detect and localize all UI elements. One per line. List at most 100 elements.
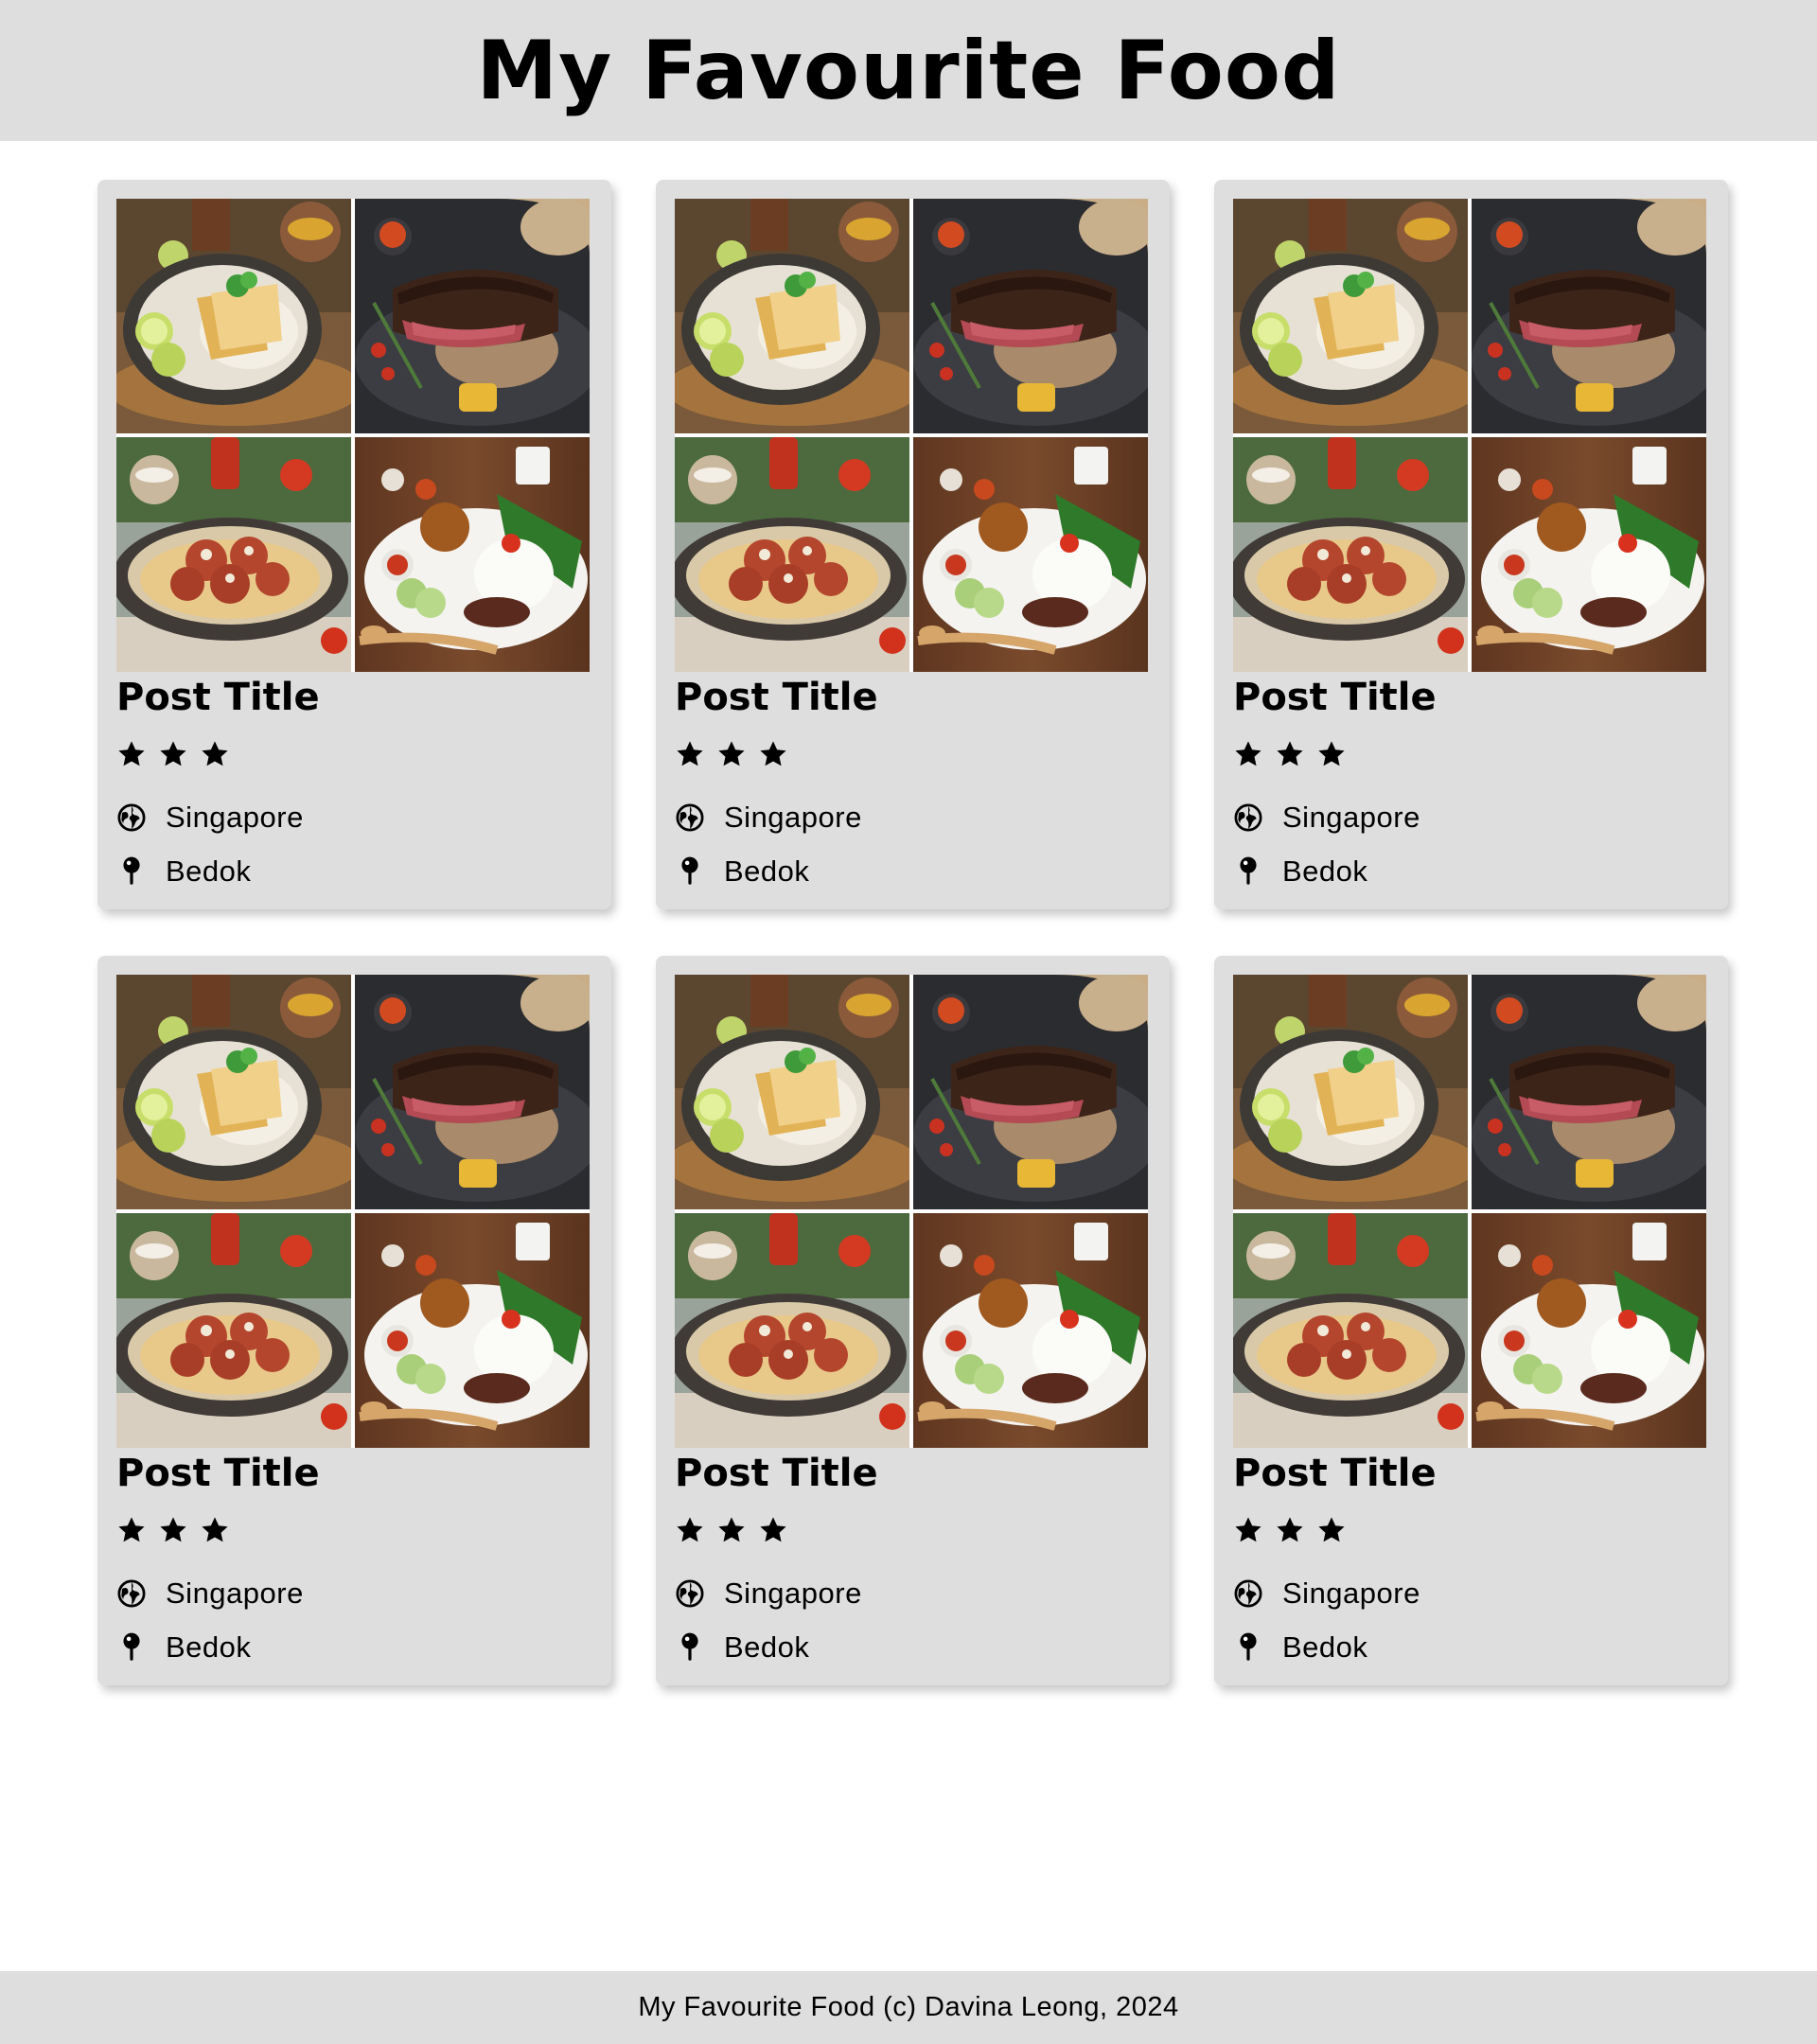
- post-location: Bedok: [675, 1630, 809, 1665]
- steak-photo: [913, 975, 1148, 1209]
- nasi-lemak-photo: [355, 1213, 590, 1448]
- steak-photo: [1472, 975, 1706, 1209]
- globe-icon: [116, 1578, 147, 1609]
- chicken-rice-photo: [1233, 975, 1468, 1209]
- area-label: Bedok: [166, 1630, 252, 1664]
- spaghetti-meatballs-photo: [675, 1213, 909, 1448]
- chicken-rice-photo: [675, 199, 909, 433]
- spaghetti-meatballs-photo: [1233, 437, 1468, 672]
- nasi-lemak-photo: [913, 437, 1148, 672]
- chicken-rice-photo: [116, 975, 351, 1209]
- star-icon: [1316, 1514, 1347, 1552]
- star-icon: [1275, 1514, 1305, 1552]
- food-photo-collage[interactable]: [116, 975, 590, 1448]
- post-title[interactable]: Post Title: [675, 676, 878, 719]
- country-label: Singapore: [166, 1577, 304, 1610]
- star-rating: [1233, 1514, 1347, 1552]
- map-pin-icon: [675, 856, 705, 887]
- post-location: Bedok: [1233, 855, 1367, 889]
- globe-icon: [675, 802, 705, 833]
- globe-icon: [116, 802, 147, 833]
- area-label: Bedok: [724, 855, 810, 888]
- post-title[interactable]: Post Title: [116, 676, 320, 719]
- post-country: Singapore: [116, 801, 304, 835]
- steak-photo: [913, 199, 1148, 433]
- food-photo-collage[interactable]: [116, 199, 590, 672]
- post-location: Bedok: [116, 1630, 251, 1665]
- map-pin-icon: [116, 1632, 147, 1663]
- food-photo-collage[interactable]: [1233, 199, 1706, 672]
- area-label: Bedok: [1282, 855, 1368, 888]
- area-label: Bedok: [166, 855, 252, 888]
- spaghetti-meatballs-photo: [1233, 1213, 1468, 1448]
- post-title[interactable]: Post Title: [116, 1452, 320, 1495]
- post-card[interactable]: Post Title Singapore Bedok: [1214, 180, 1728, 909]
- nasi-lemak-photo: [355, 437, 590, 672]
- star-icon: [116, 1514, 147, 1552]
- star-icon: [716, 738, 747, 776]
- steak-photo: [355, 975, 590, 1209]
- country-label: Singapore: [1282, 1577, 1420, 1610]
- chicken-rice-photo: [116, 199, 351, 433]
- globe-icon: [1233, 1578, 1263, 1609]
- country-label: Singapore: [1282, 801, 1420, 834]
- chicken-rice-photo: [1233, 199, 1468, 433]
- map-pin-icon: [1233, 1632, 1263, 1663]
- nasi-lemak-photo: [1472, 437, 1706, 672]
- post-card[interactable]: Post Title Singapore Bedok: [656, 956, 1170, 1685]
- star-rating: [675, 1514, 788, 1552]
- post-country: Singapore: [675, 801, 862, 835]
- nasi-lemak-photo: [913, 1213, 1148, 1448]
- star-icon: [1275, 738, 1305, 776]
- post-country: Singapore: [1233, 801, 1420, 835]
- globe-icon: [675, 1578, 705, 1609]
- spaghetti-meatballs-photo: [675, 437, 909, 672]
- area-label: Bedok: [724, 1630, 810, 1664]
- map-pin-icon: [675, 1632, 705, 1663]
- star-icon: [200, 738, 230, 776]
- post-title[interactable]: Post Title: [675, 1452, 878, 1495]
- area-label: Bedok: [1282, 1630, 1368, 1664]
- post-country: Singapore: [116, 1577, 304, 1611]
- food-photo-collage[interactable]: [675, 975, 1148, 1448]
- map-pin-icon: [1233, 856, 1263, 887]
- star-rating: [116, 738, 230, 776]
- star-icon: [200, 1514, 230, 1552]
- star-icon: [675, 738, 705, 776]
- post-location: Bedok: [1233, 1630, 1367, 1665]
- post-location: Bedok: [116, 855, 251, 889]
- food-photo-collage[interactable]: [675, 199, 1148, 672]
- site-footer: My Favourite Food (c) Davina Leong, 2024: [0, 1971, 1817, 2044]
- globe-icon: [1233, 802, 1263, 833]
- star-icon: [758, 1514, 788, 1552]
- star-icon: [1316, 738, 1347, 776]
- star-icon: [158, 1514, 188, 1552]
- star-rating: [1233, 738, 1347, 776]
- post-title[interactable]: Post Title: [1233, 1452, 1437, 1495]
- post-title[interactable]: Post Title: [1233, 676, 1437, 719]
- post-card[interactable]: Post Title Singapore Bedok: [97, 180, 611, 909]
- food-photo-collage[interactable]: [1233, 975, 1706, 1448]
- post-card[interactable]: Post Title Singapore Bedok: [1214, 956, 1728, 1685]
- spaghetti-meatballs-photo: [116, 1213, 351, 1448]
- site-header: My Favourite Food: [0, 0, 1817, 141]
- country-label: Singapore: [724, 1577, 862, 1610]
- post-country: Singapore: [675, 1577, 862, 1611]
- chicken-rice-photo: [675, 975, 909, 1209]
- star-icon: [716, 1514, 747, 1552]
- star-rating: [675, 738, 788, 776]
- steak-photo: [355, 199, 590, 433]
- country-label: Singapore: [724, 801, 862, 834]
- star-icon: [758, 738, 788, 776]
- star-icon: [675, 1514, 705, 1552]
- page-title: My Favourite Food: [476, 23, 1341, 118]
- steak-photo: [1472, 199, 1706, 433]
- star-rating: [116, 1514, 230, 1552]
- post-card[interactable]: Post Title Singapore Bedok: [97, 956, 611, 1685]
- footer-text: My Favourite Food (c) Davina Leong, 2024: [638, 1992, 1179, 2022]
- post-card[interactable]: Post Title Singapore Bedok: [656, 180, 1170, 909]
- star-icon: [1233, 738, 1263, 776]
- star-icon: [158, 738, 188, 776]
- post-country: Singapore: [1233, 1577, 1420, 1611]
- star-icon: [1233, 1514, 1263, 1552]
